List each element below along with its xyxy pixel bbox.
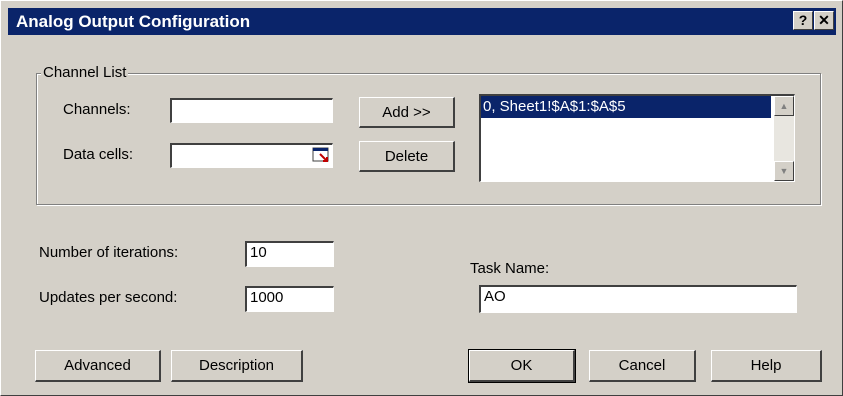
data-cells-input[interactable] [170, 143, 333, 168]
channel-list-label: Channel List [41, 64, 129, 81]
iterations-label: Number of iterations: [39, 244, 179, 261]
list-item[interactable]: 0, Sheet1!$A$1:$A$5 [481, 96, 771, 118]
advanced-button[interactable]: Advanced [35, 350, 161, 382]
channels-input[interactable] [170, 98, 333, 123]
delete-button[interactable]: Delete [359, 141, 455, 172]
channel-listbox[interactable]: 0, Sheet1!$A$1:$A$5 ▲ ▼ [479, 94, 795, 182]
data-cells-label: Data cells: [63, 146, 134, 163]
channels-label: Channels: [63, 101, 131, 118]
title-bar[interactable]: Analog Output Configuration ? ✕ [8, 8, 836, 35]
add-button[interactable]: Add >> [359, 97, 455, 128]
iterations-input[interactable]: 10 [245, 241, 334, 267]
close-icon[interactable]: ✕ [814, 11, 834, 30]
task-name-input[interactable]: AO [479, 285, 797, 313]
updates-label: Updates per second: [39, 289, 178, 306]
help-button[interactable]: Help [711, 350, 822, 382]
updates-input[interactable]: 1000 [245, 286, 334, 312]
up-arrow-icon[interactable]: ▲ [774, 96, 794, 116]
scrollbar[interactable]: ▲ ▼ [774, 96, 794, 181]
analog-output-dialog: Analog Output Configuration ? ✕ Channel … [0, 0, 843, 396]
description-button[interactable]: Description [171, 350, 303, 382]
help-icon[interactable]: ? [793, 11, 813, 30]
down-arrow-icon[interactable]: ▼ [774, 161, 794, 181]
cell-picker-icon[interactable] [312, 147, 330, 163]
task-name-label: Task Name: [470, 260, 550, 277]
window-title: Analog Output Configuration [16, 12, 251, 31]
ok-button[interactable]: OK [468, 349, 576, 383]
cancel-button[interactable]: Cancel [589, 350, 696, 382]
